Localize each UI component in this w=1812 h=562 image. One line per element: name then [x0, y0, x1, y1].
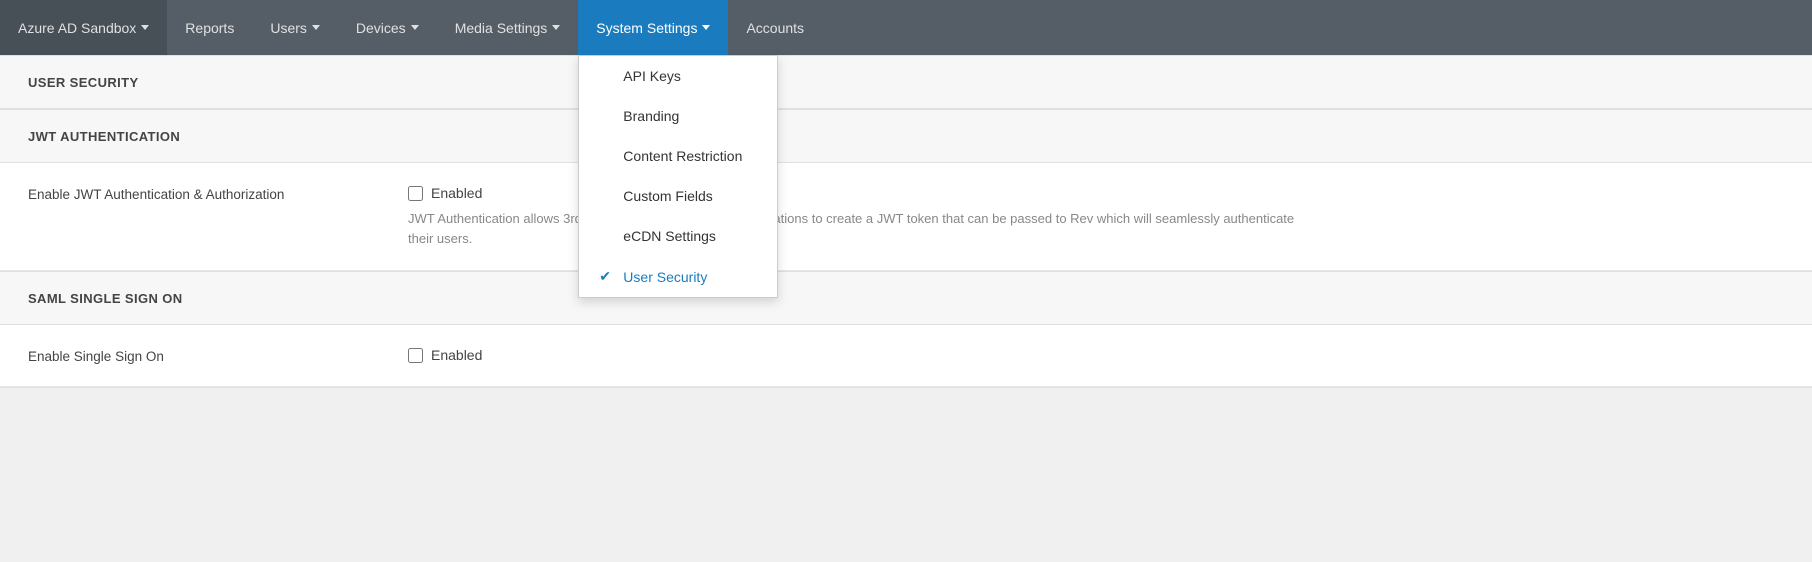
navbar: Azure AD Sandbox Reports Users Devices M… [0, 0, 1812, 55]
nav-media-settings-caret [552, 25, 560, 30]
jwt-body: Enable JWT Authentication & Authorizatio… [0, 163, 1812, 271]
sso-enable-checkbox[interactable] [408, 348, 423, 363]
nav-devices[interactable]: Devices [338, 0, 437, 55]
nav-users-label: Users [270, 20, 307, 36]
jwt-enable-row: Enable JWT Authentication & Authorizatio… [0, 163, 1812, 271]
nav-system-settings[interactable]: System Settings API Keys Branding Conten… [578, 0, 728, 55]
saml-title: SAML SINGLE SIGN ON [28, 291, 183, 306]
jwt-checkbox-row: Enabled [408, 185, 1308, 201]
dropdown-api-keys-label: API Keys [623, 68, 681, 84]
dropdown-custom-fields[interactable]: Custom Fields [579, 176, 777, 216]
user-security-section: USER SECURITY [0, 56, 1812, 110]
dropdown-branding-label: Branding [623, 108, 679, 124]
nav-system-settings-label: System Settings [596, 20, 697, 36]
nav-devices-label: Devices [356, 20, 406, 36]
sso-checkbox-row: Enabled [408, 347, 482, 363]
sso-enable-label: Enable Single Sign On [28, 347, 408, 364]
nav-accounts[interactable]: Accounts [728, 0, 822, 55]
system-settings-dropdown: API Keys Branding Content Restriction Cu… [578, 55, 778, 298]
nav-media-settings-label: Media Settings [455, 20, 548, 36]
nav-media-settings[interactable]: Media Settings [437, 0, 579, 55]
jwt-title: JWT AUTHENTICATION [28, 129, 180, 144]
dropdown-ecdn-settings-label: eCDN Settings [623, 228, 716, 244]
nav-reports-label: Reports [185, 20, 234, 36]
nav-accounts-label: Accounts [746, 20, 804, 36]
user-security-title: USER SECURITY [28, 75, 139, 90]
jwt-enable-checkbox[interactable] [408, 186, 423, 201]
sso-enable-row: Enable Single Sign On Enabled [0, 325, 1812, 387]
nav-users-caret [312, 25, 320, 30]
jwt-enable-label: Enable JWT Authentication & Authorizatio… [28, 185, 408, 202]
saml-header: SAML SINGLE SIGN ON [0, 272, 1812, 325]
user-security-header: USER SECURITY [0, 56, 1812, 109]
sso-enable-control: Enabled [408, 347, 482, 363]
dropdown-content-restriction[interactable]: Content Restriction [579, 136, 777, 176]
saml-section: SAML SINGLE SIGN ON Enable Single Sign O… [0, 272, 1812, 388]
saml-body: Enable Single Sign On Enabled [0, 325, 1812, 387]
dropdown-user-security[interactable]: ✔ User Security [579, 256, 777, 297]
dropdown-custom-fields-label: Custom Fields [623, 188, 712, 204]
jwt-enable-control: Enabled JWT Authentication allows 3rd pa… [408, 185, 1308, 248]
nav-azure-ad[interactable]: Azure AD Sandbox [0, 0, 167, 55]
nav-azure-ad-label: Azure AD Sandbox [18, 20, 136, 36]
dropdown-branding[interactable]: Branding [579, 96, 777, 136]
jwt-description: JWT Authentication allows 3rd party deve… [408, 209, 1308, 248]
jwt-checkbox-label: Enabled [431, 185, 482, 201]
dropdown-content-restriction-label: Content Restriction [623, 148, 742, 164]
dropdown-api-keys[interactable]: API Keys [579, 56, 777, 96]
nav-devices-caret [411, 25, 419, 30]
sso-checkbox-label: Enabled [431, 347, 482, 363]
nav-azure-ad-caret [141, 25, 149, 30]
dropdown-ecdn-settings[interactable]: eCDN Settings [579, 216, 777, 256]
checkmark-icon: ✔ [599, 268, 615, 285]
nav-users[interactable]: Users [252, 0, 338, 55]
dropdown-user-security-label: User Security [623, 269, 707, 285]
nav-system-settings-caret [702, 25, 710, 30]
main-content: USER SECURITY JWT AUTHENTICATION Enable … [0, 55, 1812, 388]
jwt-section: JWT AUTHENTICATION Enable JWT Authentica… [0, 110, 1812, 272]
jwt-header: JWT AUTHENTICATION [0, 110, 1812, 163]
nav-reports[interactable]: Reports [167, 0, 252, 55]
